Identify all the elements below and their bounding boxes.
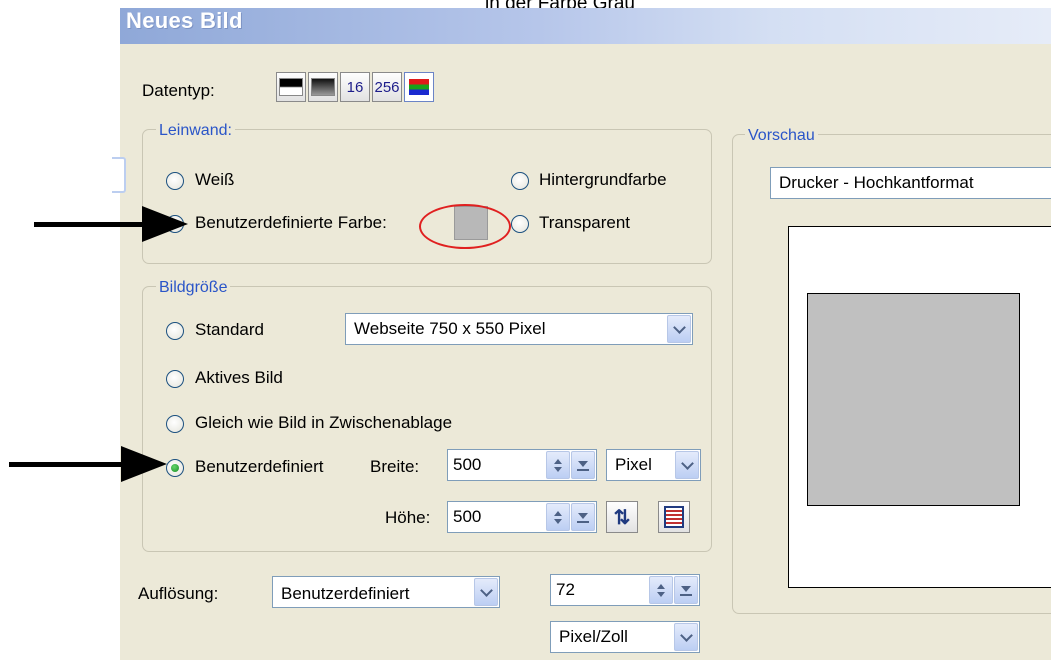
pointer-arrow-2-head [121, 446, 167, 482]
radio-benutzerdefiniert-label: Benutzerdefiniert [195, 457, 324, 476]
aufloesung-select[interactable]: Benutzerdefiniert [272, 576, 500, 608]
radio-hintergrundfarbe-label: Hintergrundfarbe [539, 170, 667, 189]
datentyp-label: Datentyp: [142, 81, 215, 100]
aufloesung-unit-select[interactable]: Pixel/Zoll [550, 621, 700, 653]
aufloesung-dropdown-icon[interactable] [674, 576, 698, 604]
black-white-gradient-icon [279, 78, 303, 96]
window-title: Neues Bild [126, 8, 243, 33]
radio-standard-label: Standard [195, 320, 264, 339]
radio-zwischenablage-label: Gleich wie Bild in Zwischenablage [195, 413, 453, 432]
breite-dropdown-icon[interactable] [571, 451, 595, 479]
breite-label: Breite: [370, 457, 420, 476]
datentyp-black-white-button[interactable] [276, 72, 306, 102]
chevron-down-icon[interactable] [674, 623, 698, 651]
vorschau-format-value: Drucker - Hochkantformat [779, 173, 974, 192]
radio-zwischenablage[interactable] [166, 415, 184, 433]
standard-size-select[interactable]: Webseite 750 x 550 Pixel [345, 313, 693, 345]
size-presets-button[interactable] [658, 501, 690, 533]
preset-list-icon [664, 506, 684, 528]
vorschau-format-select[interactable]: Drucker - Hochkantformat [770, 167, 1051, 199]
aufloesung-spin-icon[interactable] [649, 576, 673, 604]
pointer-arrow-2 [9, 462, 125, 467]
bildgroesse-legend: Bildgröße [156, 279, 231, 297]
standard-size-value: Webseite 750 x 550 Pixel [354, 319, 546, 338]
preview-page [788, 226, 1051, 588]
new-image-dialog: Neues Bild Datentyp: 16 256 Leinwand: We… [120, 8, 1051, 660]
datentyp-16-button[interactable]: 16 [340, 72, 370, 102]
radio-hintergrundfarbe[interactable] [511, 172, 529, 190]
hoehe-dropdown-icon[interactable] [571, 503, 595, 531]
preview-canvas [807, 293, 1020, 506]
radio-weiss[interactable] [166, 172, 184, 190]
pointer-arrow-1 [34, 222, 146, 227]
hoehe-label: Höhe: [385, 508, 431, 527]
swap-arrows-icon: ⇅ [613, 506, 631, 529]
hoehe-input[interactable]: 500 [447, 501, 597, 533]
radio-transparent-label: Transparent [539, 213, 631, 232]
aufloesung-value: 72 [556, 580, 575, 599]
radio-transparent[interactable] [511, 215, 529, 233]
hoehe-value: 500 [453, 507, 482, 526]
radio-benutzerdefinierte-farbe-label: Benutzerdefinierte Farbe: [195, 213, 387, 232]
radio-benutzerdefiniert[interactable] [166, 459, 184, 477]
breite-value: 500 [453, 455, 482, 474]
pointer-arrow-1-head [142, 206, 188, 242]
title-bar[interactable]: Neues Bild [120, 8, 1051, 44]
unit-value: Pixel [615, 455, 652, 474]
grayscale-icon [311, 78, 335, 96]
swap-dimensions-button[interactable]: ⇅ [606, 501, 638, 533]
aufloesung-input[interactable]: 72 [550, 574, 700, 606]
radio-aktives-bild[interactable] [166, 370, 184, 388]
highlight-circle [419, 204, 511, 249]
chevron-down-icon[interactable] [675, 451, 699, 479]
hidden-field-edge [112, 157, 126, 193]
breite-input[interactable]: 500 [447, 449, 597, 481]
breite-spin-icon[interactable] [546, 451, 570, 479]
datentyp-256-button[interactable]: 256 [372, 72, 402, 102]
leinwand-legend: Leinwand: [156, 122, 235, 140]
aufloesung-label: Auflösung: [138, 584, 219, 603]
vorschau-legend: Vorschau [745, 127, 818, 145]
radio-weiss-label: Weiß [195, 170, 235, 189]
radio-standard[interactable] [166, 322, 184, 340]
unit-select[interactable]: Pixel [606, 449, 701, 481]
aufloesung-select-value: Benutzerdefiniert [281, 584, 410, 603]
chevron-down-icon[interactable] [474, 578, 498, 606]
datentyp-rgb-button[interactable] [404, 72, 434, 102]
aufloesung-unit-value: Pixel/Zoll [559, 627, 628, 646]
hoehe-spin-icon[interactable] [546, 503, 570, 531]
chevron-down-icon[interactable] [667, 315, 691, 343]
rgb-color-icon [409, 79, 429, 95]
radio-aktives-bild-label: Aktives Bild [195, 368, 283, 387]
leinwand-group [142, 129, 712, 264]
datentyp-grayscale-button[interactable] [308, 72, 338, 102]
